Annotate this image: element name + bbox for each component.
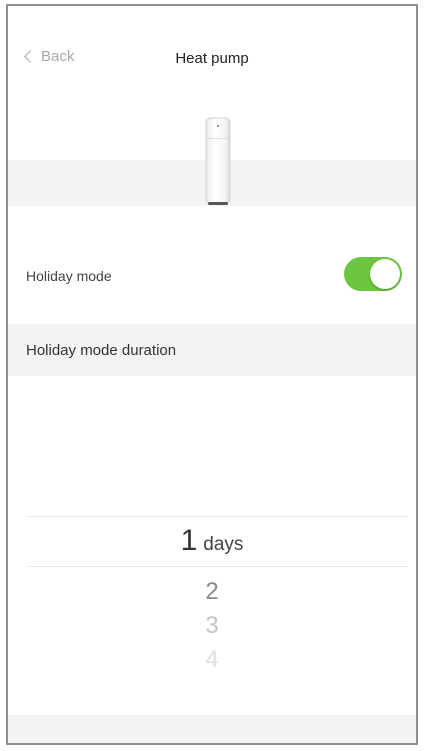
app-screen: Back Heat pump Holiday mode Holiday mode…	[6, 4, 418, 745]
picker-selected-value[interactable]: 1 days	[8, 524, 416, 558]
picker-unit: days	[203, 534, 244, 555]
picker-selected-number: 1	[180, 524, 198, 557]
holiday-duration-label: Holiday mode duration	[26, 341, 177, 359]
picker-top-divider	[28, 516, 408, 517]
picker-option[interactable]: 2	[8, 578, 416, 606]
page-title: Heat pump	[175, 50, 249, 67]
picker-option[interactable]: 4	[8, 646, 416, 674]
picker-option[interactable]: 3	[8, 612, 416, 640]
picker-bottom-divider	[28, 566, 408, 567]
bottom-band	[8, 715, 416, 743]
navigation-bar: Back Heat pump	[8, 6, 416, 106]
holiday-duration-header: Holiday mode duration	[8, 324, 416, 376]
toggle-knob	[370, 259, 400, 289]
holiday-mode-label: Holiday mode	[26, 268, 112, 284]
holiday-mode-toggle[interactable]	[344, 257, 402, 291]
holiday-mode-row: Holiday mode	[8, 246, 416, 306]
duration-picker[interactable]: 1 days 2 3 4	[8, 516, 416, 696]
device-hero	[8, 106, 416, 218]
heat-pump-device-icon	[205, 117, 231, 205]
